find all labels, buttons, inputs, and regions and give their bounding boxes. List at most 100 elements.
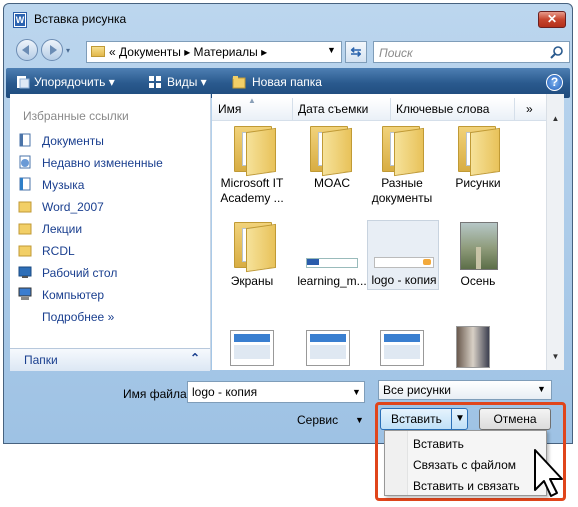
new-folder-button[interactable]: Новая папка <box>252 75 322 89</box>
folder-icon <box>18 201 32 213</box>
cancel-button[interactable]: Отмена <box>479 408 551 430</box>
chevron-up-icon: ⌃ <box>190 351 201 365</box>
column-header: ▲ Имя Дата съемки Ключевые слова » <box>212 96 546 121</box>
close-button[interactable]: ✕ <box>538 11 566 28</box>
fav-item-word2007[interactable]: Word_2007 <box>18 197 203 217</box>
insert-dropdown-icon[interactable]: ▼ <box>455 413 465 424</box>
column-separator[interactable] <box>514 98 515 120</box>
back-arrow-icon <box>22 45 29 55</box>
file-item-folder[interactable]: Экраны <box>212 222 292 292</box>
fav-item-label: Компьютер <box>42 288 105 302</box>
scroll-down-icon[interactable]: ▼ <box>547 352 564 366</box>
image-thumbnail[interactable] <box>456 326 490 368</box>
filename-field[interactable]: logo - копия ▼ <box>187 381 365 403</box>
sort-arrow-icon: ▲ <box>248 96 256 105</box>
search-input[interactable]: Поиск <box>373 41 570 63</box>
menu-item-link-to-file[interactable]: Связать с файлом <box>413 458 516 472</box>
column-name[interactable]: Имя <box>218 102 241 116</box>
file-item-folder[interactable]: Microsoft IT Academy ... <box>212 124 292 205</box>
menu-item-insert[interactable]: Вставить <box>413 437 464 451</box>
column-date[interactable]: Дата съемки <box>298 102 368 116</box>
file-name: Разные документы <box>371 176 433 205</box>
fav-item-music[interactable]: Музыка <box>18 175 203 195</box>
fav-item-documents[interactable]: Документы <box>18 131 203 151</box>
address-bar[interactable]: « Документы ▸ Материалы ▸ ▼ <box>86 41 342 63</box>
fav-item-label: RCDL <box>42 244 75 258</box>
more-links-label: Подробнее » <box>42 310 115 324</box>
scroll-up-icon[interactable]: ▲ <box>547 114 564 128</box>
image-thumbnail[interactable] <box>380 330 424 366</box>
file-name: MOAC <box>314 176 350 190</box>
folders-toggle[interactable]: Папки ⌃ <box>10 348 210 371</box>
file-item-image[interactable]: learning_m... <box>292 222 372 292</box>
vertical-scrollbar[interactable]: ▲ ▼ <box>546 94 564 370</box>
column-separator[interactable] <box>390 98 391 120</box>
word-app-icon: W <box>13 12 27 28</box>
back-button[interactable] <box>16 39 38 61</box>
filename-value: logo - копия <box>192 385 258 399</box>
file-type-dropdown-icon[interactable]: ▼ <box>537 384 546 394</box>
search-icon[interactable] <box>550 45 564 59</box>
fav-item-label: Рабочий стол <box>42 266 118 280</box>
forward-arrow-icon <box>50 45 57 55</box>
history-dropdown-icon[interactable]: ▾ <box>66 46 70 55</box>
address-path[interactable]: « Документы ▸ Материалы ▸ <box>109 45 267 59</box>
menu-item-insert-and-link[interactable]: Вставить и связать <box>413 479 520 493</box>
column-keywords[interactable]: Ключевые слова <box>396 102 489 116</box>
more-columns-button[interactable]: » <box>526 102 533 116</box>
fav-item-label: Word_2007 <box>42 200 104 214</box>
organize-icon <box>17 76 30 89</box>
image-thumbnail <box>306 258 358 268</box>
file-name: Рисунки <box>455 176 501 190</box>
address-dropdown-icon[interactable]: ▼ <box>327 45 336 55</box>
favorite-links-pane: Избранные ссылки Документы Недавно измен… <box>10 94 211 370</box>
image-thumbnail[interactable] <box>306 330 350 366</box>
filename-label: Имя файла: <box>123 387 190 401</box>
file-item-folder[interactable]: Разные документы <box>362 124 442 205</box>
more-links-button[interactable]: Подробнее » <box>18 307 203 327</box>
fav-item-recent[interactable]: Недавно измененные <box>18 153 203 173</box>
fav-item-lectures[interactable]: Лекции <box>18 219 203 239</box>
search-placeholder: Поиск <box>379 46 413 60</box>
filename-dropdown-icon[interactable]: ▼ <box>352 387 361 397</box>
fav-item-label: Лекции <box>42 222 83 236</box>
organize-button[interactable]: Упорядочить ▾ <box>34 75 115 89</box>
fav-item-computer[interactable]: Компьютер <box>18 285 203 305</box>
file-name: Осень <box>460 274 496 288</box>
image-thumbnail[interactable] <box>230 330 274 366</box>
recent-icon <box>19 155 31 169</box>
tools-dropdown-icon[interactable]: ▼ <box>355 415 364 425</box>
insert-options-menu: Вставить Связать с файлом Вставить и свя… <box>384 430 547 496</box>
file-name: Экраны <box>230 274 274 288</box>
file-type-select[interactable]: Все рисунки ▼ <box>378 380 552 400</box>
title-bar: W Вставка рисунка ✕ <box>4 4 572 34</box>
refresh-button[interactable]: ⇆ <box>345 41 367 63</box>
file-name: Microsoft IT Academy ... <box>220 176 284 205</box>
image-thumbnail <box>374 257 434 268</box>
views-icon <box>149 76 161 88</box>
file-item-folder[interactable]: MOAC <box>292 124 372 204</box>
music-icon <box>19 177 31 191</box>
tools-button[interactable]: Сервис <box>297 413 338 427</box>
computer-icon <box>18 287 32 300</box>
folder-icon <box>310 126 352 177</box>
favorite-links-header: Избранные ссылки <box>23 109 129 123</box>
menu-icon-column <box>385 431 408 495</box>
file-item-image-selected[interactable]: logo - копия <box>367 220 439 290</box>
folders-label: Папки <box>24 353 58 367</box>
fav-item-rcdl[interactable]: RCDL <box>18 241 203 261</box>
insert-button-label[interactable]: Вставить <box>391 412 442 426</box>
file-item-image[interactable]: Осень <box>438 222 518 292</box>
folder-icon <box>91 46 105 57</box>
word-icon-letter: W <box>15 14 25 26</box>
file-item-folder[interactable]: Рисунки <box>438 124 518 204</box>
forward-button[interactable] <box>41 39 63 61</box>
folder-icon <box>18 245 32 257</box>
fav-item-desktop[interactable]: Рабочий стол <box>18 263 203 283</box>
views-button[interactable]: Виды ▾ <box>167 75 207 89</box>
column-separator[interactable] <box>292 98 293 120</box>
folder-icon <box>234 126 276 177</box>
insert-split-button[interactable]: Вставить ▼ <box>380 408 468 430</box>
help-icon[interactable]: ? <box>546 74 563 91</box>
file-type-value: Все рисунки <box>383 383 451 397</box>
